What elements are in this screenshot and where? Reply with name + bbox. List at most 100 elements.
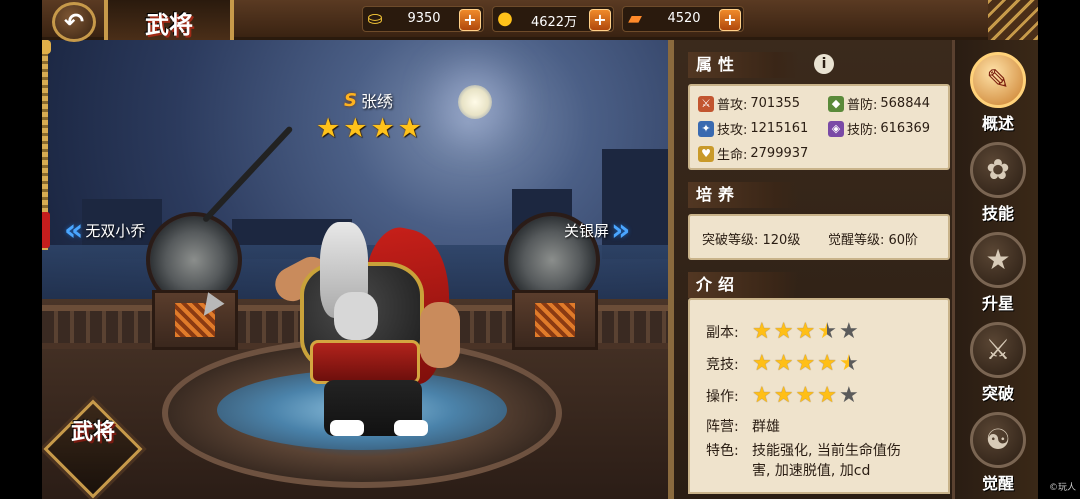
rating-stars: ★★★★★ [752,352,861,376]
stat-skill-defense: ◈ 技防: 616369 [828,119,930,138]
ingot-value: 9350 [407,11,441,26]
page-title: 武将 [145,11,193,39]
breakthrough-text: 突破等级: 120级 [702,233,801,248]
tab-breakthrough[interactable]: ⚔ 突破 [965,322,1031,406]
star-icon: ★ [316,113,341,144]
stat-value: 701355 [750,96,801,111]
skill-defense-icon: ◈ [828,120,844,137]
add-token-button[interactable]: + [719,9,741,31]
red-tassel [42,212,50,248]
stat-label: 技防: [847,123,878,138]
tab-awaken[interactable]: ☯ 觉醒 [965,412,1031,496]
faction-row: 阵营: 群雄 [706,416,780,436]
prev-hero-name: 无双小乔 [85,222,146,240]
rating-stars: ★★★★★ [752,320,861,344]
stat-value: 1215161 [750,121,809,136]
star-icon: ★ [773,319,794,344]
training-card: 突破等级: 120级 觉醒等级: 60阶 [688,214,950,260]
tab-star-up[interactable]: ★ 升星 [965,232,1031,316]
stat-label: 普防: [847,98,878,113]
moon [458,85,492,119]
hero-belt [310,340,420,384]
rating-control: 操作: ★★★★★ [706,384,861,408]
stat-health: ♥ 生命: 2799937 [698,144,808,163]
back-arrow-icon: ↶ [63,8,85,36]
scroll-token-icon: ▰ [628,8,642,29]
star-icon: ★ [370,113,395,144]
star-icon: ★ [838,319,859,344]
tassel-knot [42,40,51,54]
next-hero-name: 关银屏 [564,222,610,240]
tab-label: 突破 [981,384,1014,403]
tab-overview[interactable]: ✎ 概述 [965,52,1031,136]
gold-ingot-icon: ⛀ [367,8,383,29]
drum-stand-right [512,290,598,350]
attributes-card: ⚔ 普攻: 701355 ◆ 普防: 568844 ✦ 技攻: 1215161 … [688,84,950,170]
trait-row-continued: 害, 加速脱值, 加cd [752,460,870,480]
star-icon: ★ [817,351,837,376]
hero-grade-badge: S [344,89,357,111]
trait-text: 技能强化, 当前生命值伤 [752,443,901,459]
star-rise-icon: ★ [970,232,1026,288]
stat-label: 生命: [717,148,748,163]
star-icon: ★ [397,113,422,144]
corner-ornament [988,0,1038,40]
book-quill-icon: ✎ [970,52,1026,108]
currency-coin: ● 4622万 + [492,6,614,32]
trait-row: 特色: 技能强化, 当前生命值伤 [706,440,901,460]
training-heading: 培养 [688,182,798,208]
stat-normal-attack: ⚔ 普攻: 701355 [698,94,800,113]
info-icon[interactable]: i [814,54,834,74]
back-button[interactable]: ↶ [52,2,96,42]
add-ingot-button[interactable]: + [459,9,481,31]
sword-break-icon: ⚔ [970,322,1026,378]
stat-value: 568844 [880,96,931,111]
star-icon: ★ [795,383,816,408]
prev-hero-button[interactable]: « 无双小乔 [64,212,146,248]
breakthrough-level: 突破等级: 120级 [702,229,800,248]
rating-label: 竞技: [706,357,739,373]
currency-ingot: ⛀ 9350 + [362,6,484,32]
hero-tab-rail: ✎ 概述 ✿ 技能 ★ 升星 ⚔ 突破 ☯ 觉醒 [952,40,1038,499]
tab-skills[interactable]: ✿ 技能 [965,142,1031,226]
skill-book-icon: ✿ [970,142,1026,198]
star-icon: ★ [817,319,837,344]
hero-info-panel: 属性 i ⚔ 普攻: 701355 ◆ 普防: 568844 ✦ 技攻: 121… [668,40,952,499]
tab-label: 技能 [981,204,1014,223]
coin-icon: ● [497,8,513,29]
tab-label: 概述 [981,114,1014,133]
top-bar: ↶ 武将 ⛀ 9350 + ● 4622万 + ▰ 4520 + [42,0,1038,42]
chevron-left-icon: « [64,212,84,248]
trait-label: 特色: [706,443,739,459]
drum-stand-left [152,290,238,350]
star-icon: ★ [795,351,816,376]
skill-attack-icon: ✦ [698,120,714,137]
star-icon: ★ [752,383,772,408]
next-hero-button[interactable]: 关银屏 » [564,212,631,248]
coin-value: 4622万 [530,15,578,30]
stat-label: 普攻: [717,98,748,113]
awaken-text: 觉醒等级: 60阶 [828,233,919,248]
star-icon: ★ [773,383,794,408]
health-icon: ♥ [698,145,714,162]
rating-dungeon: 副本: ★★★★★ [706,320,861,344]
star-icon: ★ [817,383,837,408]
star-icon: ★ [838,351,859,376]
hero-beard [334,292,378,340]
intro-heading: 介绍 [688,272,798,298]
currency-token: ▰ 4520 + [622,6,744,32]
star-icon: ★ [343,113,368,144]
hero-star-rating: ★ ★ ★ ★ [316,114,422,144]
title-plate: 武将 [104,0,234,40]
watermark: ©玩人 [1048,483,1076,493]
hero-boot [330,420,364,436]
chevron-right-icon: » [611,212,631,248]
add-coin-button[interactable]: + [589,9,611,31]
star-icon: ★ [773,351,794,376]
game-screen: S 张绣 ★ ★ ★ ★ « 无双小乔 关银屏 » 武将 ↶ 武将 ⛀ 9350 + … [42,0,1038,499]
star-icon: ★ [838,383,859,408]
stat-skill-attack: ✦ 技攻: 1215161 [698,119,808,138]
tab-label: 升星 [981,294,1014,313]
rating-label: 操作: [706,389,739,405]
normal-defense-icon: ◆ [828,95,844,112]
